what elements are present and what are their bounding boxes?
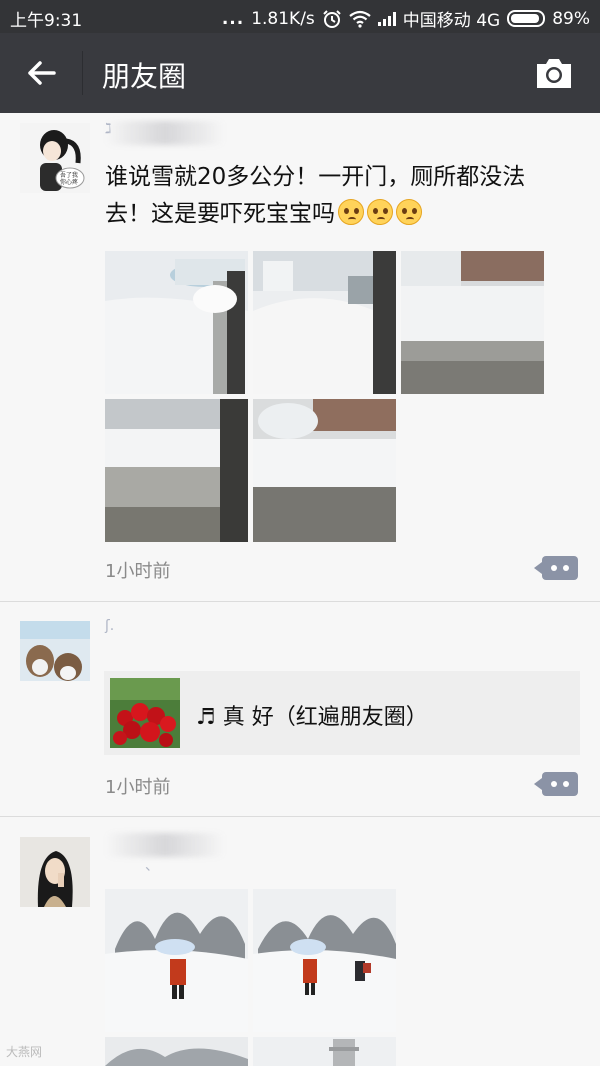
nav-bar: 朋友圈 bbox=[0, 33, 600, 113]
status-right: ... 1.81K/s 中国移动 4G 89% bbox=[221, 6, 590, 32]
battery-percent: 89% bbox=[552, 8, 590, 29]
post-image[interactable] bbox=[105, 889, 248, 1032]
wifi-icon bbox=[349, 10, 371, 28]
moment-post: ʃ. ♬ 真 好（红遍朋友圈） 1小时前 bbox=[0, 602, 600, 817]
shared-link-title: ♬ 真 好（红遍朋友圈） bbox=[196, 705, 428, 730]
carrier-label: 中国移动 4G bbox=[402, 11, 501, 31]
poster-name[interactable]: ʃ. bbox=[105, 618, 225, 642]
post-image[interactable] bbox=[253, 1037, 396, 1066]
watermark: 大燕网 bbox=[6, 1045, 43, 1059]
svg-text:吾了我: 吾了我 bbox=[60, 171, 78, 179]
signal-icon bbox=[377, 11, 396, 26]
shared-link-thumbnail bbox=[110, 678, 180, 748]
blush-emoji-icon bbox=[338, 199, 364, 225]
post-image[interactable] bbox=[253, 889, 396, 1032]
comment-more-button[interactable] bbox=[534, 556, 578, 580]
comment-more-button[interactable] bbox=[534, 772, 578, 796]
post-image[interactable] bbox=[401, 251, 544, 394]
avatar[interactable] bbox=[20, 837, 90, 907]
moment-post: 、 bbox=[0, 817, 600, 1066]
back-arrow-icon[interactable] bbox=[24, 55, 60, 91]
network-speed: 1.81K/s bbox=[251, 8, 315, 29]
post-image[interactable] bbox=[105, 251, 248, 394]
post-time: 1小时前 bbox=[105, 561, 171, 582]
notification-dots: ... bbox=[221, 8, 245, 29]
page-title: 朋友圈 bbox=[102, 60, 187, 93]
post-text: 谁说雪就20多公分！一开门，厕所都没法去！这是要吓死宝宝吗 bbox=[105, 159, 565, 233]
svg-text:你心疼: 你心疼 bbox=[60, 178, 78, 186]
blush-emoji-icon bbox=[367, 199, 393, 225]
moment-post: 吾了我 你心疼 ℷ 谁说雪就20多公分！一开门，厕所都没法去！这是要吓死宝宝吗 bbox=[0, 113, 600, 602]
post-text-content: 谁说雪就20多公分！一开门，厕所都没法去！这是要吓死宝宝吗 bbox=[105, 164, 526, 227]
post-image[interactable] bbox=[253, 251, 396, 394]
post-image[interactable] bbox=[105, 399, 248, 542]
status-time: 上午9:31 bbox=[10, 11, 83, 31]
post-image[interactable] bbox=[105, 1037, 248, 1066]
battery-icon bbox=[507, 10, 546, 27]
post-image[interactable] bbox=[253, 399, 396, 542]
blush-emoji-icon bbox=[396, 199, 422, 225]
nav-divider bbox=[82, 51, 83, 95]
poster-name[interactable]: 、 bbox=[105, 833, 225, 874]
status-bar: 上午9:31 ... 1.81K/s 中国移动 4G 89% bbox=[0, 0, 600, 33]
alarm-icon bbox=[323, 9, 341, 28]
avatar[interactable] bbox=[20, 621, 90, 691]
post-time: 1小时前 bbox=[105, 777, 171, 798]
poster-name[interactable]: ℷ bbox=[105, 121, 225, 145]
avatar[interactable]: 吾了我 你心疼 bbox=[20, 123, 90, 193]
camera-icon[interactable] bbox=[534, 55, 574, 91]
shared-link-card[interactable]: ♬ 真 好（红遍朋友圈） bbox=[104, 671, 580, 755]
